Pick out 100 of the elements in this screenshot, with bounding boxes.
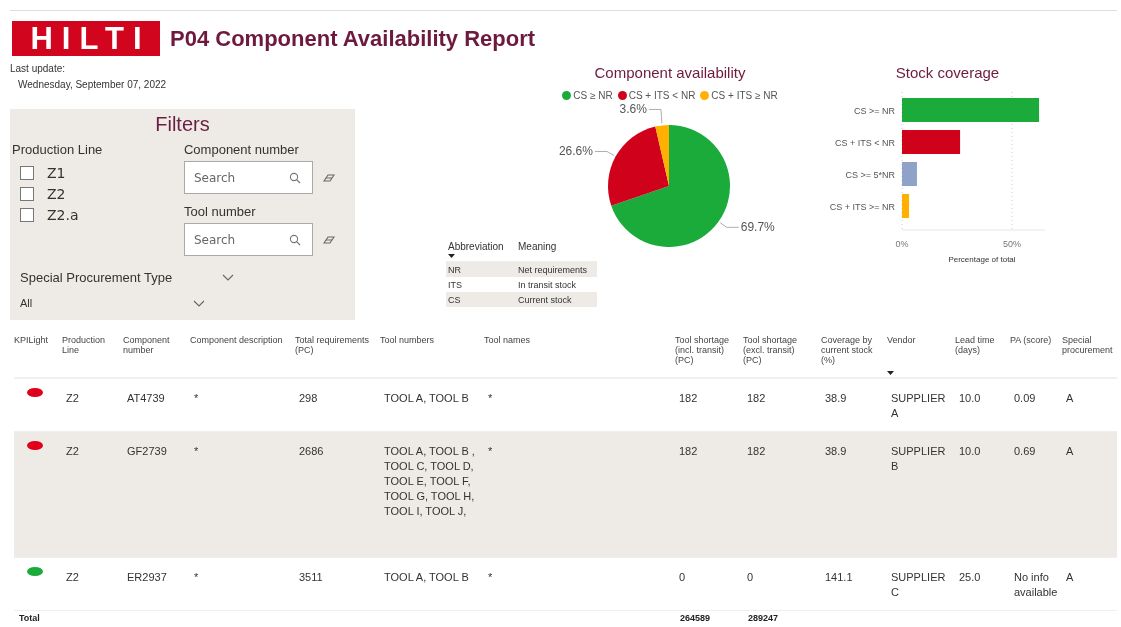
category-label: CS >= 5*NR <box>845 170 895 180</box>
chart-title: Component availability <box>594 64 746 81</box>
table-cell-text: ITS <box>447 279 463 290</box>
column-header[interactable]: Tool numbers <box>380 335 478 345</box>
table-cell-text: * <box>193 444 200 459</box>
table-cell-text: 141.1 <box>824 570 854 585</box>
table-cell-text: SUPPLIER A <box>890 391 947 421</box>
column-header[interactable]: Production Line <box>62 335 117 355</box>
table-cell-text: 182 <box>678 391 699 406</box>
checkbox-label[interactable]: Z1 <box>47 165 66 181</box>
leader-line <box>719 222 740 228</box>
data-label: 69.7% <box>740 220 775 235</box>
column-header[interactable]: Component description <box>190 335 289 345</box>
column-header[interactable]: Abbreviation <box>448 241 516 252</box>
legend-label: CS ≥ NR <box>573 90 613 101</box>
update-label: Last update: <box>10 63 67 74</box>
table-cell-text: AT4739 <box>126 391 166 406</box>
table-cell-text: TOOL A, TOOL B , TOOL C, TOOL D, TOOL E, TOOL F, TOOL G, TOOL H, TOOL I, TOOL J, <box>383 444 476 519</box>
table-cell-text: * <box>193 570 200 585</box>
chevron-icon <box>193 299 205 307</box>
column-header[interactable]: Component number <box>123 335 184 355</box>
dropdown[interactable]: All <box>20 297 207 309</box>
table-cell-text: A <box>1065 444 1075 459</box>
table-cell-text: ER2937 <box>126 570 168 585</box>
search-field[interactable]: Search <box>184 161 313 194</box>
column-header[interactable]: Tool names <box>484 335 669 345</box>
table-cell-text: Net requirements <box>517 264 589 275</box>
table-cell-text: SUPPLIER B <box>890 444 947 474</box>
column-header[interactable]: Total requirements (PC) <box>295 335 374 355</box>
data-label: 26.6% <box>558 144 593 159</box>
table-cell-text: 2686 <box>298 444 325 459</box>
sort-arrow-icon[interactable] <box>887 371 894 375</box>
table-cell-text: A <box>1065 570 1075 585</box>
category-label: CS + ITS < NR <box>834 138 895 148</box>
table-cell-text: Z2 <box>65 391 80 406</box>
sort-arrow-icon[interactable] <box>448 254 455 258</box>
eraser-icon[interactable] <box>323 172 335 183</box>
column-header[interactable]: Meaning <box>518 241 597 252</box>
update-date: Wednesday, September 07, 2022 <box>17 79 168 90</box>
table-cell-text: TOOL A, TOOL B <box>383 570 470 585</box>
table-cell-text: 182 <box>746 391 767 406</box>
chart-title: Stock coverage <box>894 64 1001 81</box>
total-label: Total <box>18 613 41 625</box>
table-cell-text: SUPPLIER C <box>890 570 947 600</box>
search-icon <box>289 172 301 184</box>
table-cell-text: 0.09 <box>1013 391 1037 406</box>
axis-title: Percentage of total <box>948 255 1016 264</box>
table-cell-text: * <box>487 391 494 406</box>
search-icon <box>289 234 301 246</box>
column-header[interactable]: Vendor <box>887 335 949 345</box>
table-cell-text: 182 <box>678 444 699 459</box>
table-cell-text: Z2 <box>65 444 80 459</box>
legend-label: CS + ITS ≥ NR <box>711 90 778 101</box>
tick-label: 50% <box>1003 239 1021 249</box>
table-cell-text: GF2739 <box>126 444 168 459</box>
table-cell-text: 0.69 <box>1013 444 1037 459</box>
filter-label: Production Line <box>12 142 104 157</box>
table-cell-text: 3511 <box>298 570 324 585</box>
report-title: P04 Component Availability Report <box>170 25 536 52</box>
column-header[interactable]: Coverage by current stock (%) <box>821 335 881 365</box>
column-header[interactable]: KPILight <box>14 335 56 345</box>
checkbox[interactable] <box>20 208 34 222</box>
table-cell-text: 298 <box>298 391 319 406</box>
table-cell-text: A <box>1065 391 1075 406</box>
eraser-icon[interactable] <box>323 234 335 245</box>
leader-line <box>594 151 615 156</box>
chevron-icon[interactable] <box>222 274 235 281</box>
table-cell-text: 10.0 <box>958 391 982 406</box>
checkbox[interactable] <box>20 166 34 180</box>
category-label: CS >= NR <box>854 106 895 116</box>
table-cell-text: Current stock <box>517 294 573 305</box>
table-cell-text: 10.0 <box>958 444 982 459</box>
table-cell-text: * <box>193 391 200 406</box>
column-header[interactable]: Lead time (days) <box>955 335 1004 355</box>
table-cell-text: Z2 <box>65 570 80 585</box>
table-cell-text: In transit stock <box>517 279 578 290</box>
column-header[interactable]: PA (score) <box>1010 335 1056 345</box>
table-cell-text: CS <box>447 294 462 305</box>
column-header[interactable]: Tool shortage (incl. transit) (PC) <box>675 335 737 365</box>
column-header[interactable]: Special procurement <box>1062 335 1114 355</box>
legend-label: CS + ITS < NR <box>628 90 696 101</box>
data-label: 3.6% <box>619 102 647 117</box>
filter-label: Special Procurement Type <box>20 270 173 285</box>
filter-label: Tool number <box>184 204 257 219</box>
filter-label: Component number <box>184 142 300 157</box>
checkbox-label[interactable]: Z2 <box>47 186 66 202</box>
table-cell-text: NR <box>447 264 462 275</box>
table-cell-text: 38.9 <box>824 391 848 406</box>
table-cell-text: No info available <box>1013 570 1059 600</box>
checkbox[interactable] <box>20 187 34 201</box>
checkbox-label[interactable]: Z2.a <box>47 207 79 223</box>
table-cell-text: 0 <box>678 570 687 585</box>
search-field[interactable]: Search <box>184 223 313 256</box>
logo: HILTI <box>12 21 160 56</box>
panel-title: Filters <box>154 113 211 136</box>
table-cell-text: * <box>487 444 494 459</box>
table-cell-text: TOOL A, TOOL B <box>383 391 470 406</box>
column-header[interactable]: Tool shortage (excl. transit) (PC) <box>743 335 815 365</box>
table-cell-text: 182 <box>746 444 767 459</box>
table-cell-text: 0 <box>746 570 755 585</box>
